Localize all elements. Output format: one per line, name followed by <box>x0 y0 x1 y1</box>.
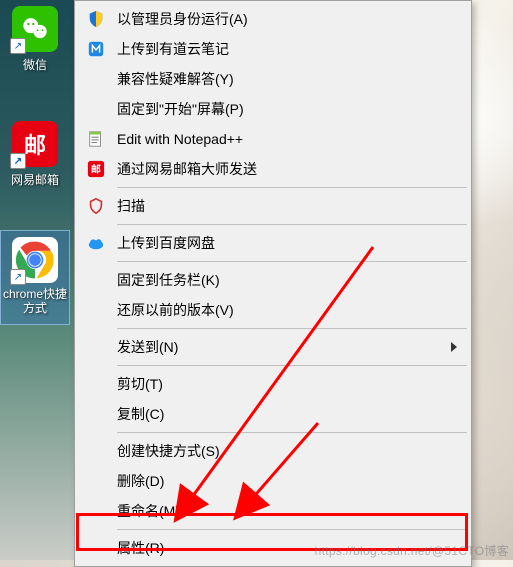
menu-label: 上传到有道云笔记 <box>117 39 229 59</box>
chevron-right-icon <box>451 342 457 352</box>
menu-rename[interactable]: 重命名(M) <box>77 496 469 526</box>
blank-icon <box>85 299 107 321</box>
shortcut-arrow-icon: ↗ <box>10 269 26 285</box>
menu-scan[interactable]: 扫描 <box>77 191 469 221</box>
shortcut-arrow-icon: ↗ <box>10 153 26 169</box>
menu-label: 重命名(M) <box>117 501 180 521</box>
shield-icon <box>85 8 107 30</box>
menu-cut[interactable]: 剪切(T) <box>77 369 469 399</box>
menu-label: Edit with Notepad++ <box>117 131 243 147</box>
menu-label: 固定到"开始"屏幕(P) <box>117 99 244 119</box>
menu-delete[interactable]: 删除(D) <box>77 466 469 496</box>
menu-compatibility[interactable]: 兼容性疑难解答(Y) <box>77 64 469 94</box>
menu-netease-send[interactable]: 邮 通过网易邮箱大师发送 <box>77 154 469 184</box>
menu-separator <box>117 187 467 188</box>
menu-label: 属性(R) <box>117 538 164 558</box>
menu-separator <box>117 261 467 262</box>
menu-separator <box>117 529 467 530</box>
menu-label: 固定到任务栏(K) <box>117 270 220 290</box>
menu-pin-start[interactable]: 固定到"开始"屏幕(P) <box>77 94 469 124</box>
menu-label: 兼容性疑难解答(Y) <box>117 69 234 89</box>
menu-label: 以管理员身份运行(A) <box>117 9 248 29</box>
shortcut-arrow-icon: ↗ <box>10 38 26 54</box>
context-menu: 以管理员身份运行(A) 上传到有道云笔记 兼容性疑难解答(Y) 固定到"开始"屏… <box>74 0 472 567</box>
blank-icon <box>85 403 107 425</box>
desktop-background: ↗ 微信 邮 ↗ 网易邮箱 ↗ chrome快捷方式 <box>0 0 74 560</box>
menu-label: 通过网易邮箱大师发送 <box>117 159 257 179</box>
blank-icon <box>85 98 107 120</box>
menu-edit-notepad[interactable]: Edit with Notepad++ <box>77 124 469 154</box>
baidu-cloud-icon <box>85 232 107 254</box>
blank-icon <box>85 470 107 492</box>
menu-pin-taskbar[interactable]: 固定到任务栏(K) <box>77 265 469 295</box>
menu-upload-youdao[interactable]: 上传到有道云笔记 <box>77 34 469 64</box>
menu-run-as-admin[interactable]: 以管理员身份运行(A) <box>77 4 469 34</box>
menu-label: 剪切(T) <box>117 374 163 394</box>
menu-label: 发送到(N) <box>117 337 178 357</box>
icon-label: 微信 <box>23 56 47 73</box>
blank-icon <box>85 336 107 358</box>
desktop-icon-chrome[interactable]: ↗ chrome快捷方式 <box>0 230 70 325</box>
menu-separator <box>117 365 467 366</box>
menu-label: 还原以前的版本(V) <box>117 300 234 320</box>
menu-separator <box>117 432 467 433</box>
menu-label: 上传到百度网盘 <box>117 233 215 253</box>
watermark: https://blog.csdn.net/@51CTO博客 <box>315 542 509 559</box>
icon-label: 网易邮箱 <box>11 171 59 188</box>
menu-send-to[interactable]: 发送到(N) <box>77 332 469 362</box>
menu-label: 扫描 <box>117 196 145 216</box>
menu-label: 复制(C) <box>117 404 164 424</box>
blank-icon <box>85 537 107 559</box>
desktop-icon-wechat[interactable]: ↗ 微信 <box>0 0 70 81</box>
blank-icon <box>85 500 107 522</box>
youdao-icon <box>85 38 107 60</box>
desktop-icon-netmail[interactable]: 邮 ↗ 网易邮箱 <box>0 115 70 196</box>
menu-label: 删除(D) <box>117 471 164 491</box>
chrome-icon: ↗ <box>12 237 58 283</box>
menu-restore-version[interactable]: 还原以前的版本(V) <box>77 295 469 325</box>
wechat-icon: ↗ <box>12 6 58 52</box>
netmail-icon: 邮 ↗ <box>12 121 58 167</box>
menu-label: 创建快捷方式(S) <box>117 441 220 461</box>
blank-icon <box>85 269 107 291</box>
notepad-icon <box>85 128 107 150</box>
svg-text:邮: 邮 <box>91 163 101 176</box>
icon-label: chrome快捷方式 <box>3 287 67 316</box>
blank-icon <box>85 440 107 462</box>
menu-copy[interactable]: 复制(C) <box>77 399 469 429</box>
menu-separator <box>117 224 467 225</box>
netease-mail-icon: 邮 <box>85 158 107 180</box>
menu-upload-baidu[interactable]: 上传到百度网盘 <box>77 228 469 258</box>
blank-icon <box>85 68 107 90</box>
scan-icon <box>85 195 107 217</box>
menu-separator <box>117 328 467 329</box>
blank-icon <box>85 373 107 395</box>
menu-create-shortcut[interactable]: 创建快捷方式(S) <box>77 436 469 466</box>
